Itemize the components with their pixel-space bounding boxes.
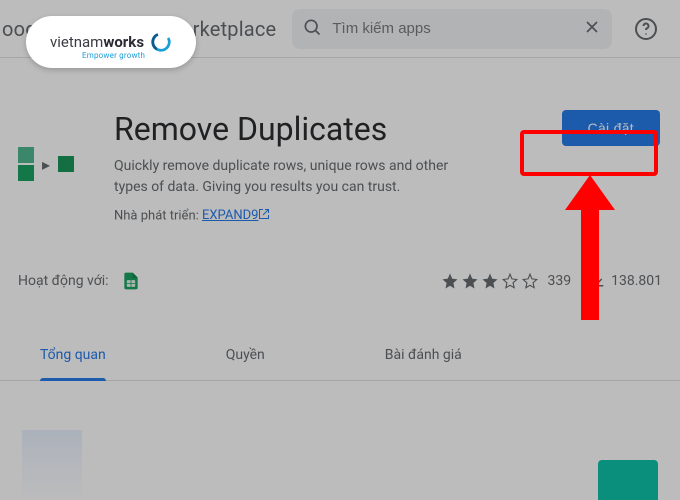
star-empty-icon — [501, 272, 519, 290]
developer-row: Nhà phát triển: EXPAND9 — [114, 208, 534, 224]
preview-thumb-left — [22, 430, 82, 500]
star-filled-icon — [481, 272, 499, 290]
vietnamworks-swirl-icon — [150, 31, 172, 53]
app-title: Remove Duplicates — [114, 110, 534, 148]
vietnamworks-logo-pill: vietnamworks Empower growth — [26, 16, 196, 68]
tab-permissions[interactable]: Quyền — [226, 347, 265, 380]
download-count: 138.801 — [589, 270, 662, 292]
search-box[interactable] — [292, 9, 612, 49]
preview-thumb-right — [598, 460, 658, 500]
star-empty-icon — [521, 272, 539, 290]
rating-count: 339 — [547, 273, 571, 289]
tab-reviews[interactable]: Bài đánh giá — [385, 347, 462, 380]
search-icon — [302, 17, 322, 41]
app-description: Quickly remove duplicate rows, unique ro… — [114, 156, 474, 198]
sheets-icon — [121, 271, 141, 291]
help-button[interactable] — [626, 9, 666, 49]
star-rating: 339 — [441, 272, 571, 290]
install-button[interactable]: Cài đặt — [562, 110, 660, 146]
developer-label: Nhà phát triển: — [114, 208, 199, 223]
works-with-label: Hoạt động với: — [18, 273, 109, 289]
stats-row: Hoạt động với: 339 138.801 — [0, 270, 680, 292]
arrow-right-icon: ▸ — [42, 155, 50, 174]
star-filled-icon — [441, 272, 459, 290]
developer-link[interactable]: EXPAND9 — [202, 208, 270, 223]
tabs-row: Tổng quan Quyền Bài đánh giá — [0, 333, 680, 381]
vietnamworks-logo-text: vietnamworks — [50, 33, 144, 51]
app-hero: ▸ Remove Duplicates Quickly remove dupli… — [0, 110, 680, 224]
tab-overview[interactable]: Tổng quan — [40, 347, 106, 380]
vietnamworks-tagline: Empower growth — [82, 51, 145, 60]
star-filled-icon — [461, 272, 479, 290]
external-link-icon — [258, 208, 270, 224]
app-icon: ▸ — [6, 138, 86, 190]
search-input[interactable] — [332, 20, 572, 37]
clear-search-button[interactable] — [582, 17, 602, 41]
preview-row — [0, 400, 680, 500]
download-icon — [589, 270, 607, 292]
